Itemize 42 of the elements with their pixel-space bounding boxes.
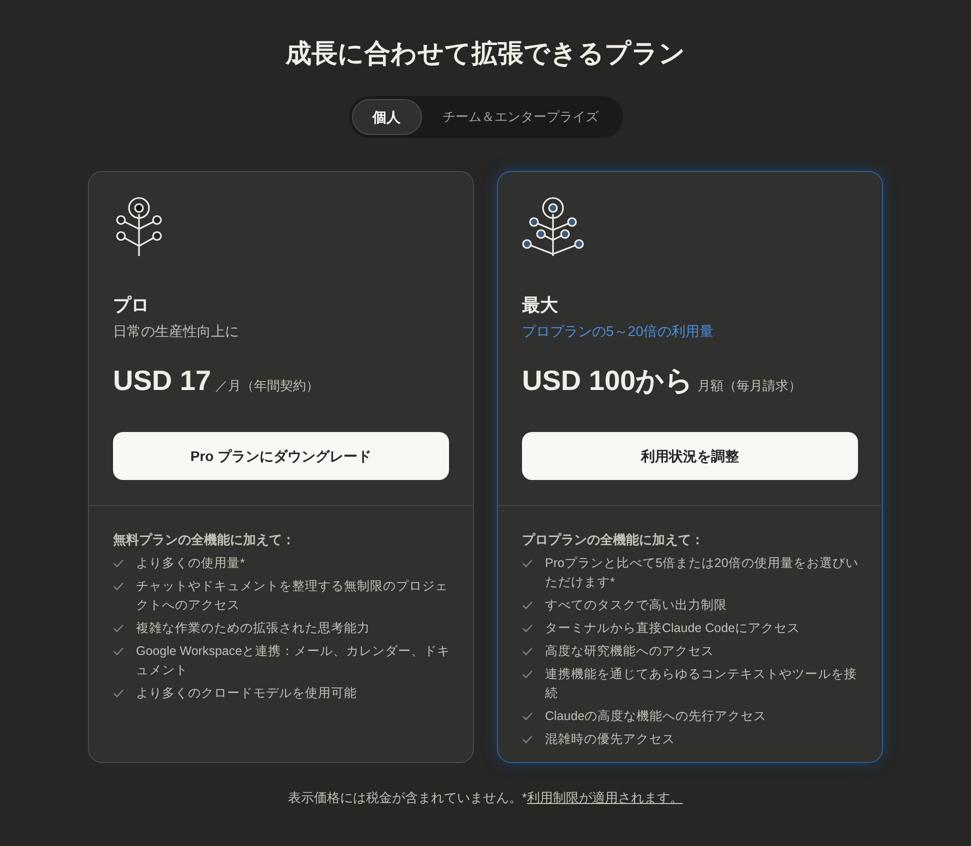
price-note: 月額（毎月請求） <box>698 377 802 395</box>
plan-price: USD 17 <box>113 364 212 398</box>
price-note: ／月（年間契約） <box>215 377 320 395</box>
plan-button[interactable]: 利用状況を調整 <box>522 432 858 480</box>
check-icon <box>113 646 124 656</box>
feature-text: 連携機能を通じてあらゆるコンテキストやツールを接続 <box>545 666 858 702</box>
plan-subtitle: 日常の生産性向上に <box>113 322 240 341</box>
check-icon <box>522 646 533 656</box>
plan-type-tab[interactable]: チーム＆エンタープライズ <box>422 99 620 135</box>
feature-text: Proプランと比べて5倍または20倍の使用量をお選びいただけます* <box>545 554 860 590</box>
check-icon <box>113 688 124 698</box>
check-icon <box>522 712 533 720</box>
feature-text: 高度な研究機能へのアクセス <box>545 642 714 660</box>
features-heading: 無料プランの全機能に加えて： <box>113 531 296 549</box>
feature-text: Claudeの高度な機能への先行アクセス <box>545 708 767 724</box>
feature-text: すべてのタスクで高い出力制限 <box>545 596 727 614</box>
plan-subtitle: プロプランの5～20倍の利用量 <box>522 322 714 341</box>
check-icon <box>522 600 533 610</box>
footer-note: 表示価格には税金が含まれていません。* <box>288 789 528 807</box>
check-icon <box>113 624 124 632</box>
plan-price: USD 100から <box>522 364 694 398</box>
branching-plant-icon <box>522 196 584 258</box>
feature-text: チャットやドキュメントを整理する無制限のプロジェクトへのアクセス <box>136 578 449 614</box>
check-icon <box>522 624 533 632</box>
feature-text: 複雑な作業のための拡張された思考能力 <box>136 620 370 636</box>
check-icon <box>113 582 124 590</box>
feature-text: ターミナルから直接Claude Codeにアクセス <box>545 620 800 636</box>
feature-text: 混雑時の優先アクセス <box>545 730 675 748</box>
check-icon <box>522 734 533 744</box>
usage-limits-link[interactable]: 利用制限が適用されます。 <box>527 788 684 808</box>
plan-button[interactable]: Pro プランにダウングレード <box>113 432 449 480</box>
feature-text: より多くの使用量* <box>136 554 245 572</box>
plan-name: 最大 <box>522 294 559 317</box>
plan-type-tab[interactable]: 個人 <box>352 99 422 135</box>
check-icon <box>113 558 124 568</box>
feature-text: より多くのクロードモデルを使用可能 <box>136 684 357 702</box>
feature-text: Google Workspaceと連携：メール、カレンダー、ドキュメント <box>136 642 452 678</box>
features-heading: プロプランの全機能に加えて： <box>522 531 705 549</box>
plan-name: プロ <box>113 294 150 317</box>
check-icon <box>522 558 533 568</box>
check-icon <box>522 670 533 678</box>
page-title: 成長に合わせて拡張できるプラン <box>286 37 686 70</box>
